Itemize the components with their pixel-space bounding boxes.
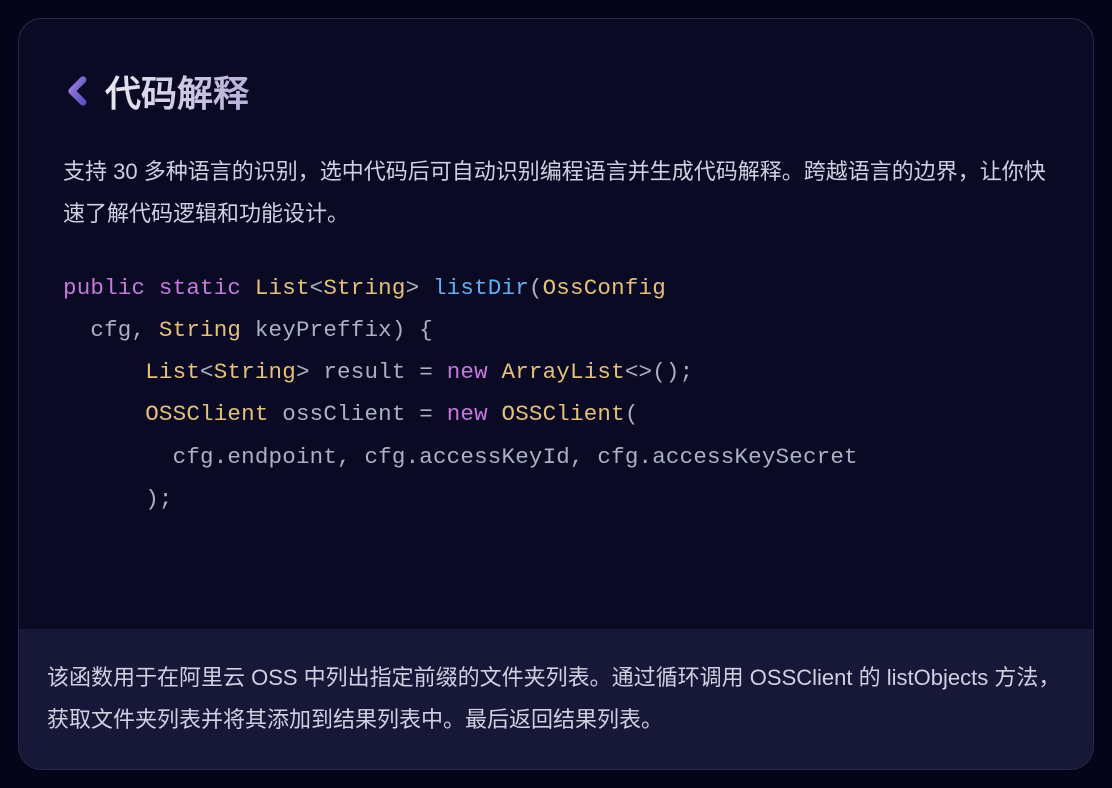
card-header: 代码解释 — [63, 65, 1049, 117]
code-token: , — [132, 317, 159, 343]
code-token: , — [570, 444, 597, 470]
code-token: result — [323, 359, 405, 385]
code-token: > — [296, 359, 310, 385]
code-token: ) — [392, 317, 406, 343]
code-token: listDir — [433, 275, 529, 301]
code-token: = — [419, 359, 433, 385]
code-token: OssConfig — [543, 275, 666, 301]
code-token — [488, 359, 502, 385]
code-token — [63, 444, 173, 470]
code-token: cfg — [90, 317, 131, 343]
code-token: ; — [680, 359, 694, 385]
explanation-panel: 该函数用于在阿里云 OSS 中列出指定前缀的文件夹列表。通过循环调用 OSSCl… — [19, 629, 1093, 769]
code-token: < — [310, 275, 324, 301]
card-title: 代码解释 — [105, 65, 249, 117]
code-token: ( — [529, 275, 543, 301]
code-token — [433, 359, 447, 385]
code-token — [63, 401, 145, 427]
code-token — [406, 401, 420, 427]
code-token: , — [337, 444, 364, 470]
code-token: OSSClient — [145, 401, 268, 427]
code-token: static — [159, 275, 241, 301]
code-token — [63, 317, 90, 343]
code-token — [406, 317, 420, 343]
code-token: public — [63, 275, 145, 301]
code-token — [310, 359, 324, 385]
code-token: ossClient — [282, 401, 405, 427]
chevron-left-icon — [63, 76, 93, 106]
code-token: String — [323, 275, 405, 301]
code-token: > — [406, 275, 420, 301]
code-token: () — [652, 359, 679, 385]
code-token: = — [419, 401, 433, 427]
code-block: public static List<String> listDir(OssCo… — [63, 267, 1049, 626]
code-token: cfg.endpoint — [173, 444, 337, 470]
card-description: 支持 30 多种语言的识别，选中代码后可自动识别编程语言并生成代码解释。跨越语言… — [63, 151, 1049, 235]
code-token: OSSClient — [502, 401, 625, 427]
code-token: ) — [145, 486, 159, 512]
code-token: cfg.accessKeySecret — [597, 444, 857, 470]
code-token: ArrayList — [502, 359, 625, 385]
code-token: { — [419, 317, 433, 343]
code-token: cfg.accessKeyId — [364, 444, 570, 470]
code-token — [433, 401, 447, 427]
code-token: String — [159, 317, 241, 343]
code-token — [488, 401, 502, 427]
code-token — [241, 275, 255, 301]
code-token: List — [145, 359, 200, 385]
code-token: < — [200, 359, 214, 385]
code-token: ( — [625, 401, 639, 427]
code-token — [63, 359, 145, 385]
code-token — [241, 317, 255, 343]
code-token: ; — [159, 486, 173, 512]
code-token — [63, 486, 145, 512]
code-token — [419, 275, 433, 301]
code-token: keyPreffix — [255, 317, 392, 343]
code-token: <> — [625, 359, 652, 385]
code-token — [145, 275, 159, 301]
code-token: new — [447, 401, 488, 427]
code-token: String — [214, 359, 296, 385]
code-token: new — [447, 359, 488, 385]
code-token — [269, 401, 283, 427]
code-token: List — [255, 275, 310, 301]
code-token — [406, 359, 420, 385]
feature-card: 代码解释 支持 30 多种语言的识别，选中代码后可自动识别编程语言并生成代码解释… — [18, 18, 1094, 770]
explanation-text: 该函数用于在阿里云 OSS 中列出指定前缀的文件夹列表。通过循环调用 OSSCl… — [47, 657, 1065, 741]
